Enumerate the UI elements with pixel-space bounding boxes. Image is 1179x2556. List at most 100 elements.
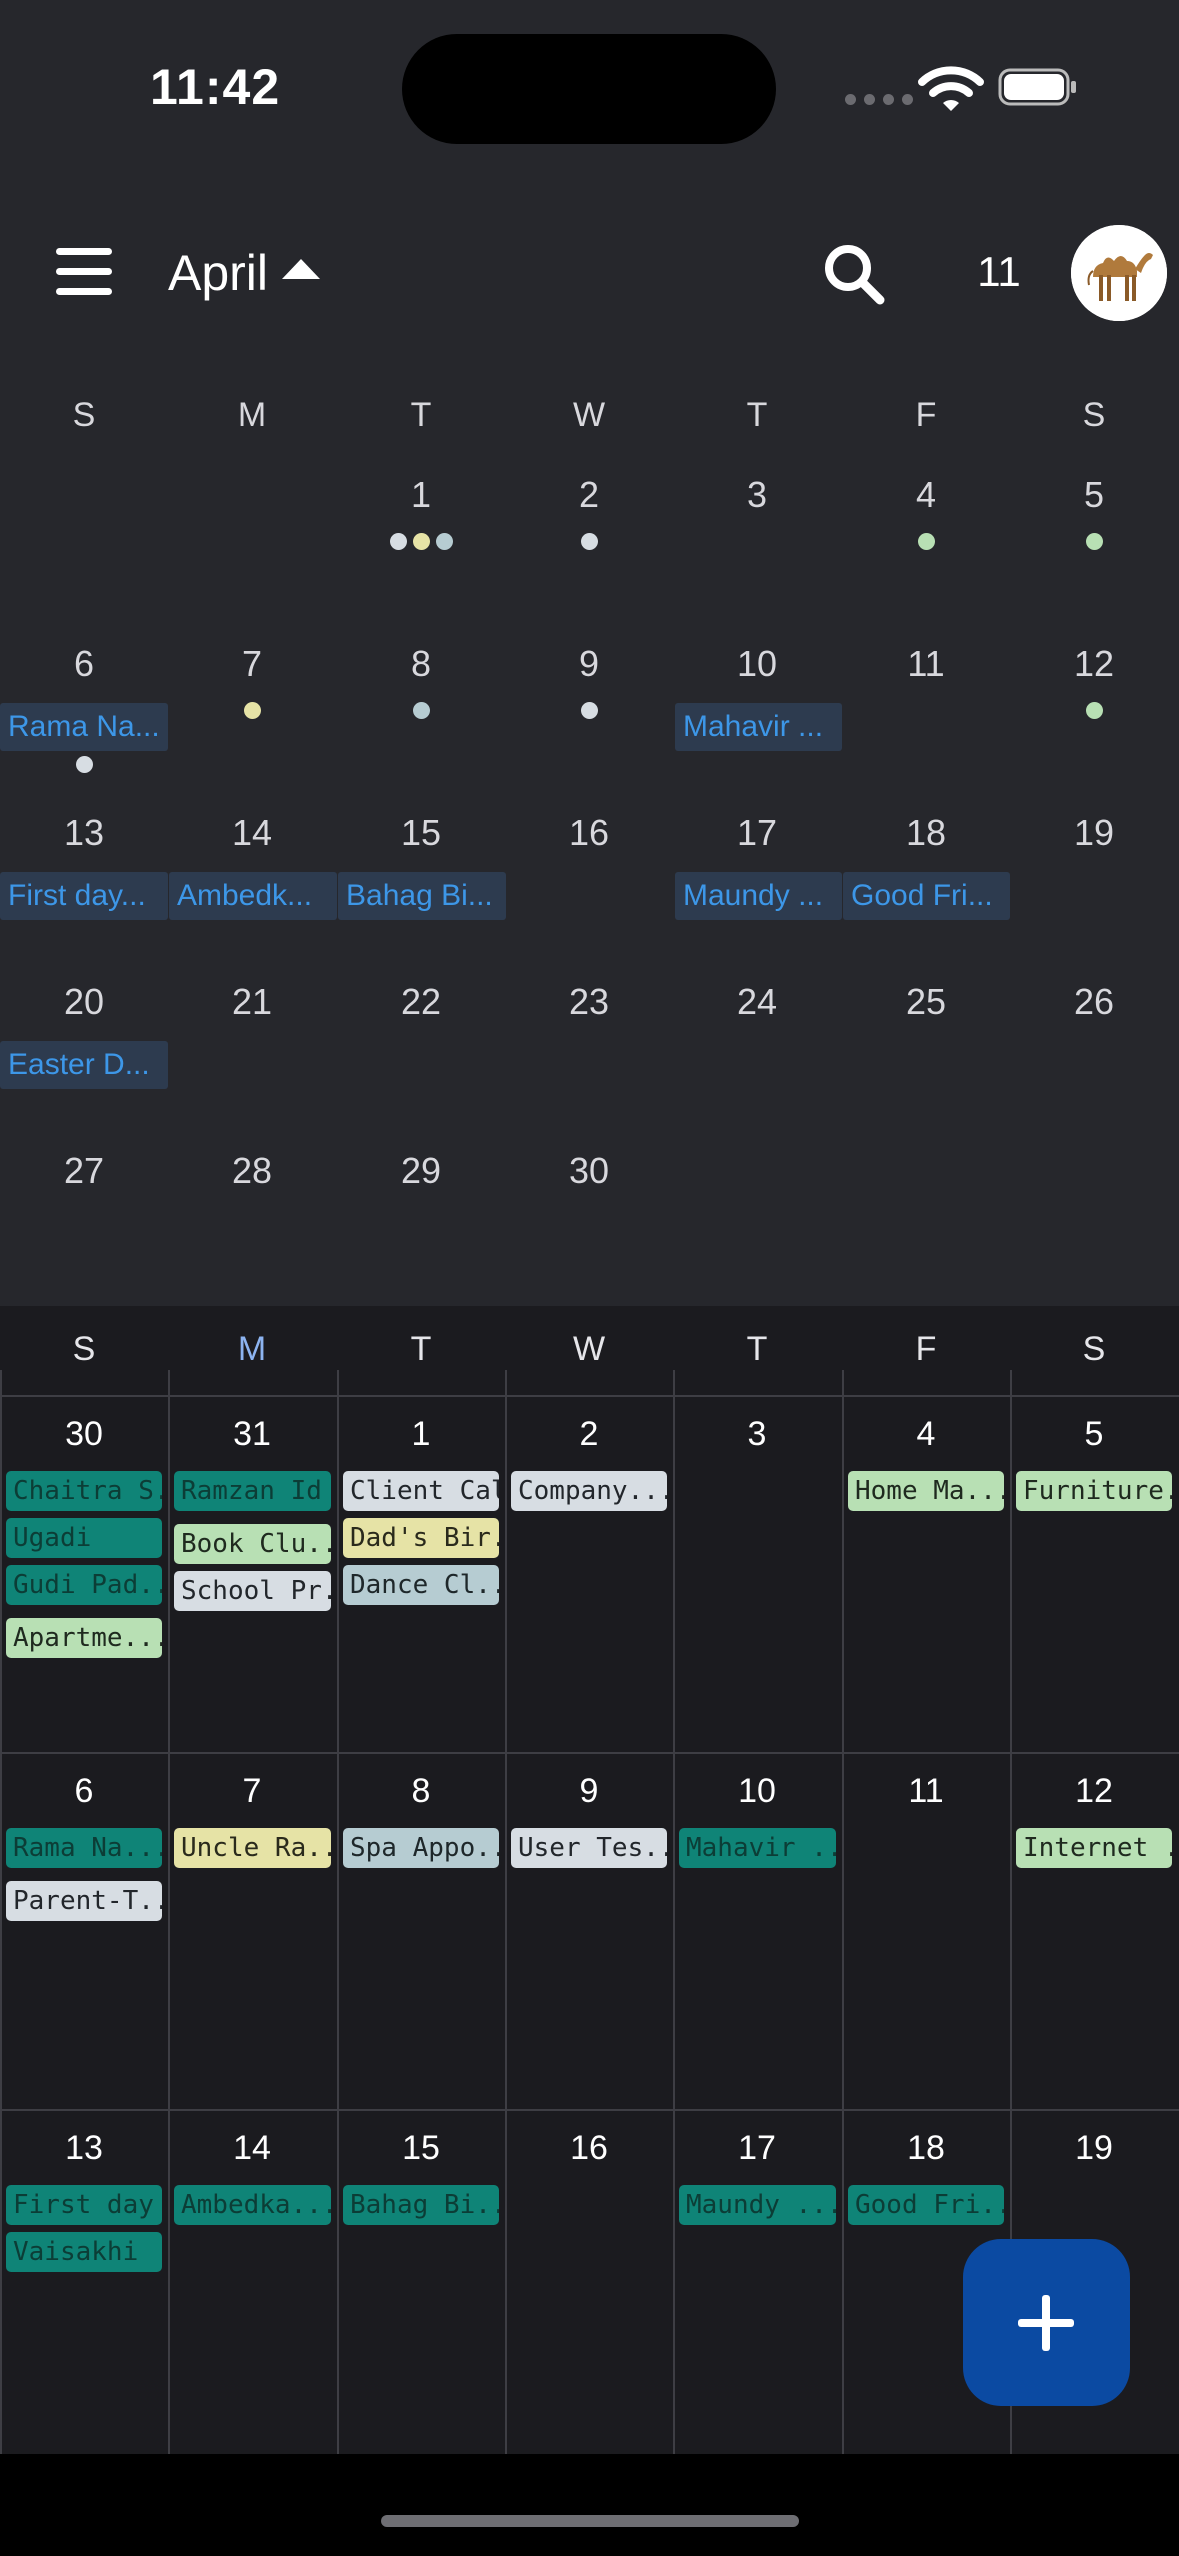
event-chip[interactable]: Spa Appo... — [343, 1828, 499, 1868]
week-day-number[interactable]: 16 — [505, 2129, 673, 2168]
holiday-chip[interactable]: Maundy ... — [675, 872, 842, 920]
week-day-number[interactable]: 2 — [505, 1415, 673, 1454]
grid-line — [168, 1370, 170, 2454]
holiday-chip[interactable]: Good Fri... — [843, 872, 1010, 920]
month-day[interactable]: 30 — [505, 1150, 673, 1192]
event-chip[interactable]: Mahavir ... — [679, 1828, 836, 1868]
week-day-number[interactable]: 14 — [168, 2129, 336, 2168]
week-day-number[interactable]: 10 — [673, 1772, 841, 1811]
event-dots — [1010, 702, 1178, 719]
week-day-number[interactable]: 5 — [1010, 1415, 1178, 1454]
month-day[interactable]: 18 — [842, 812, 1010, 854]
event-chip[interactable]: Company... — [511, 1471, 667, 1511]
event-chip[interactable]: Bahag Bi... — [343, 2185, 499, 2225]
holiday-chip[interactable]: First day... — [0, 872, 168, 920]
week-day-number[interactable]: 17 — [673, 2129, 841, 2168]
grid-line — [505, 1370, 507, 2454]
event-chip[interactable]: Parent-T... — [6, 1881, 162, 1921]
month-day[interactable]: 23 — [505, 981, 673, 1023]
event-chip[interactable]: Maundy ... — [679, 2185, 836, 2225]
event-chip[interactable]: Home Ma... — [848, 1471, 1004, 1511]
week-day-number[interactable]: 1 — [337, 1415, 505, 1454]
month-day[interactable]: 29 — [337, 1150, 505, 1192]
weekday-thursday: T — [746, 1330, 768, 1368]
week-day-number[interactable]: 6 — [0, 1772, 168, 1811]
month-day[interactable]: 25 — [842, 981, 1010, 1023]
weekday-tuesday: T — [410, 396, 432, 434]
month-day[interactable]: 13 — [0, 812, 168, 854]
week-day-number[interactable]: 19 — [1010, 2129, 1178, 2168]
month-day[interactable]: 9 — [505, 643, 673, 685]
week-day-number[interactable]: 9 — [505, 1772, 673, 1811]
month-day[interactable]: 5 — [1010, 474, 1178, 516]
event-chip[interactable]: User Tes... — [511, 1828, 667, 1868]
month-day[interactable]: 26 — [1010, 981, 1178, 1023]
month-day[interactable]: 1 — [337, 474, 505, 516]
month-label: April — [168, 245, 269, 301]
week-day-number[interactable]: 7 — [168, 1772, 336, 1811]
holiday-chip[interactable]: Bahag Bi... — [338, 872, 506, 920]
week-day-number[interactable]: 12 — [1010, 1772, 1178, 1811]
holiday-chip[interactable]: Easter D... — [0, 1041, 168, 1089]
event-chip[interactable]: Ugadi — [6, 1518, 162, 1558]
event-chip[interactable]: Book Clu... — [174, 1524, 331, 1564]
month-day[interactable]: 15 — [337, 812, 505, 854]
month-day[interactable]: 16 — [505, 812, 673, 854]
holiday-chip[interactable]: Rama Na... — [0, 703, 168, 751]
month-day[interactable]: 28 — [168, 1150, 336, 1192]
month-day[interactable]: 10 — [673, 643, 841, 685]
month-day[interactable]: 4 — [842, 474, 1010, 516]
search-icon[interactable] — [820, 240, 888, 308]
today-button[interactable]: 11 — [966, 248, 1032, 296]
avatar[interactable] — [1071, 225, 1167, 321]
week-day-number[interactable]: 4 — [842, 1415, 1010, 1454]
month-day[interactable]: 2 — [505, 474, 673, 516]
month-day[interactable]: 20 — [0, 981, 168, 1023]
event-chip[interactable]: Ambedka... — [174, 2185, 331, 2225]
month-selector[interactable]: April — [168, 244, 321, 302]
month-day[interactable]: 8 — [337, 643, 505, 685]
event-chip[interactable]: Client Call — [343, 1471, 499, 1511]
event-chip[interactable]: Apartme... — [6, 1618, 162, 1658]
month-day[interactable]: 7 — [168, 643, 336, 685]
event-chip[interactable]: Vaisakhi — [6, 2232, 162, 2272]
event-chip[interactable]: Good Fri... — [848, 2185, 1004, 2225]
month-day[interactable]: 6 — [0, 643, 168, 685]
month-day[interactable]: 3 — [673, 474, 841, 516]
month-day[interactable]: 17 — [673, 812, 841, 854]
event-chip[interactable]: First day ... — [6, 2185, 162, 2225]
week-day-number[interactable]: 15 — [337, 2129, 505, 2168]
holiday-chip[interactable]: Mahavir ... — [675, 703, 842, 751]
event-chip[interactable]: School Pr... — [174, 1571, 331, 1611]
month-day[interactable]: 11 — [842, 643, 1010, 685]
home-indicator — [381, 2515, 799, 2527]
holiday-chip[interactable]: Ambedk... — [169, 872, 337, 920]
week-day-number[interactable]: 13 — [0, 2129, 168, 2168]
month-day[interactable]: 19 — [1010, 812, 1178, 854]
event-chip[interactable]: Chaitra S... — [6, 1471, 162, 1511]
event-chip[interactable]: Gudi Pad... — [6, 1565, 162, 1605]
cellular-signal-icon — [845, 94, 913, 105]
month-day[interactable]: 22 — [337, 981, 505, 1023]
event-chip[interactable]: Rama Na... — [6, 1828, 162, 1868]
event-chip[interactable]: Furniture... — [1016, 1471, 1172, 1511]
event-chip[interactable]: Ramzan Id — [174, 1471, 331, 1511]
week-day-number[interactable]: 3 — [673, 1415, 841, 1454]
add-event-button[interactable] — [963, 2239, 1130, 2406]
month-day[interactable]: 27 — [0, 1150, 168, 1192]
month-day[interactable]: 12 — [1010, 643, 1178, 685]
month-day[interactable]: 24 — [673, 981, 841, 1023]
event-chip[interactable]: Dad's Bir... — [343, 1518, 499, 1558]
event-chip[interactable]: Dance Cl... — [343, 1565, 499, 1605]
grid-line — [337, 1370, 339, 2454]
week-day-number[interactable]: 30 — [0, 1415, 168, 1454]
month-day[interactable]: 21 — [168, 981, 336, 1023]
week-day-number[interactable]: 8 — [337, 1772, 505, 1811]
menu-button[interactable] — [56, 248, 112, 296]
event-chip[interactable]: Uncle Ra... — [174, 1828, 331, 1868]
week-day-number[interactable]: 11 — [842, 1772, 1010, 1811]
event-chip[interactable]: Internet ... — [1016, 1828, 1172, 1868]
month-day[interactable]: 14 — [168, 812, 336, 854]
week-day-number[interactable]: 18 — [842, 2129, 1010, 2168]
week-day-number[interactable]: 31 — [168, 1415, 336, 1454]
